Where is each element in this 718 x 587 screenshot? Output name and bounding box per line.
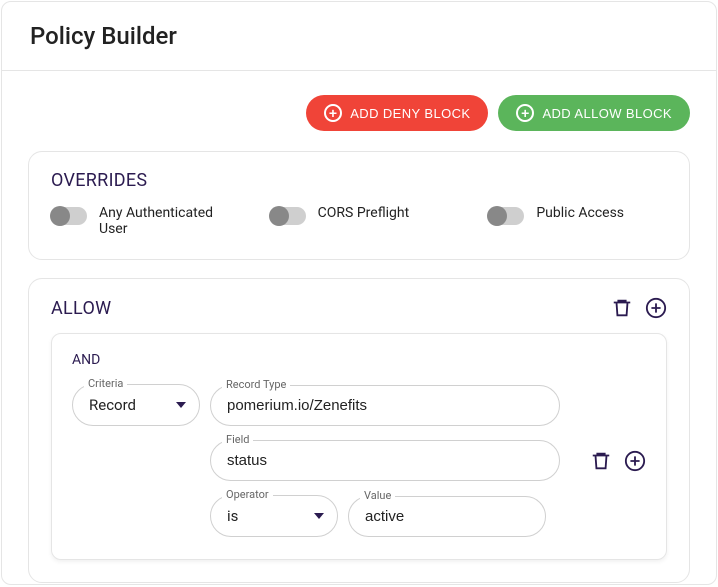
allow-title: ALLOW [51, 298, 111, 319]
policy-builder-window: Policy Builder + ADD DENY BLOCK + ADD AL… [1, 1, 717, 585]
record-type-field[interactable]: Record Type [210, 385, 560, 426]
overrides-title: OVERRIDES [51, 170, 667, 191]
toggle-cors-preflight: CORS Preflight [270, 205, 449, 225]
toggle-switch[interactable] [488, 207, 524, 225]
record-type-label: Record Type [222, 378, 290, 391]
allow-header: ALLOW [51, 297, 667, 319]
trash-icon[interactable] [590, 450, 612, 472]
top-buttons: + ADD DENY BLOCK + ADD ALLOW BLOCK [28, 95, 690, 131]
row-field: Field [72, 440, 646, 481]
operator-value: is [210, 495, 338, 537]
row-actions [590, 450, 646, 472]
page-title: Policy Builder [30, 22, 688, 50]
overrides-card: OVERRIDES Any Authenticated User CORS Pr… [28, 151, 690, 260]
operator-field[interactable]: Operator is [210, 495, 338, 537]
overrides-row: Any Authenticated User CORS Preflight Pu… [51, 205, 667, 237]
add-deny-label: ADD DENY BLOCK [350, 106, 470, 121]
value-input[interactable] [348, 496, 546, 537]
trash-icon[interactable] [611, 297, 633, 319]
criteria-label: Criteria [84, 377, 127, 390]
plus-circle-icon: + [516, 104, 534, 122]
plus-circle-icon[interactable] [645, 297, 667, 319]
and-group: AND Criteria Record Record Type Field [51, 333, 667, 560]
toggle-any-authenticated-user: Any Authenticated User [51, 205, 230, 237]
criteria-field[interactable]: Criteria Record [72, 384, 200, 426]
row-operator-value: Operator is Value [72, 495, 646, 537]
toggle-label: Public Access [536, 205, 624, 221]
header: Policy Builder [2, 2, 716, 71]
toggle-label: CORS Preflight [318, 205, 410, 221]
allow-header-actions [611, 297, 667, 319]
plus-circle-icon[interactable] [624, 450, 646, 472]
add-allow-block-button[interactable]: + ADD ALLOW BLOCK [498, 95, 690, 131]
toggle-switch[interactable] [270, 207, 306, 225]
field-input[interactable] [210, 440, 560, 481]
criteria-value: Record [72, 384, 200, 426]
plus-circle-icon: + [324, 104, 342, 122]
toggle-public-access: Public Access [488, 205, 667, 225]
row-criteria: Criteria Record Record Type [72, 384, 646, 426]
toggle-switch[interactable] [51, 207, 87, 225]
record-type-input[interactable] [210, 385, 560, 426]
toggle-label: Any Authenticated User [99, 205, 230, 237]
operator-label: Operator [222, 488, 273, 501]
content: + ADD DENY BLOCK + ADD ALLOW BLOCK OVERR… [2, 71, 716, 583]
allow-card: ALLOW AND Criteria Record [28, 278, 690, 583]
value-label: Value [360, 489, 395, 502]
and-title: AND [72, 352, 646, 368]
field-label: Field [222, 433, 253, 446]
value-field[interactable]: Value [348, 496, 546, 537]
add-deny-block-button[interactable]: + ADD DENY BLOCK [306, 95, 488, 131]
field-field[interactable]: Field [210, 440, 560, 481]
add-allow-label: ADD ALLOW BLOCK [542, 106, 672, 121]
